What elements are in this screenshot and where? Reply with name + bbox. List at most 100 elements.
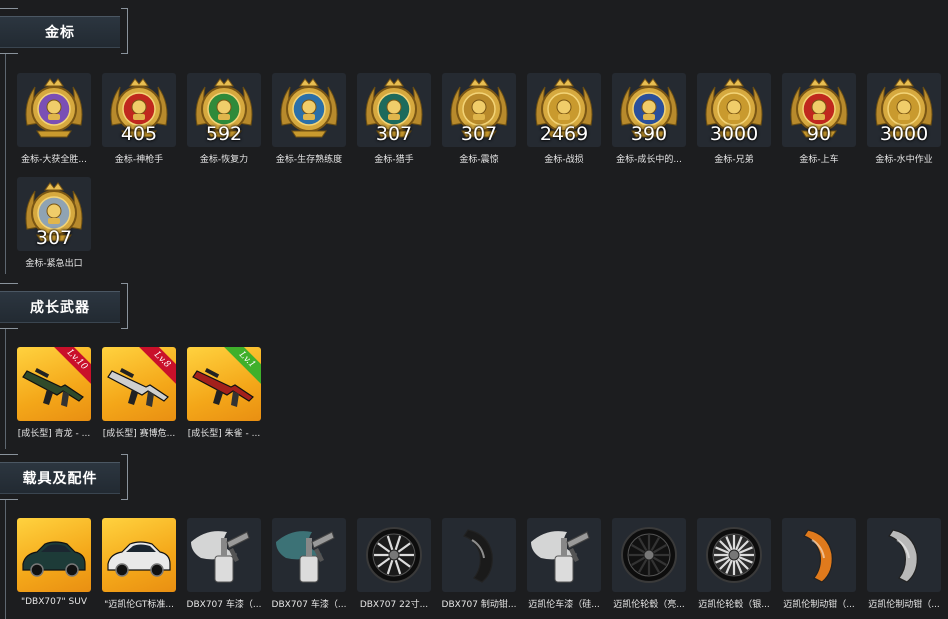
gold-badge-item[interactable]: 90 金标-上车 xyxy=(782,73,856,165)
vehicle-label: 迈凯伦轮毂（银... xyxy=(698,600,770,610)
brake-caliper-silver-icon xyxy=(888,529,918,583)
gold-badge-label: 金标-神枪手 xyxy=(114,155,164,165)
badge-count: 307 xyxy=(375,123,413,145)
sports-car-icon xyxy=(107,541,171,577)
vehicle-tile[interactable] xyxy=(187,518,261,592)
vehicle-item[interactable]: "迈凯伦GT标准... xyxy=(102,518,176,610)
vehicle-tile[interactable] xyxy=(17,518,91,592)
vehicle-label: 迈凯伦车漆（硅... xyxy=(528,600,600,610)
weapon-label: [成长型] 朱雀 - ... xyxy=(187,429,261,439)
gold-badge-tile[interactable] xyxy=(272,73,346,147)
gold-badge-item[interactable]: 307 金标-紧急出口 xyxy=(17,177,91,269)
section-title-vehicles: 载具及配件 xyxy=(0,462,120,494)
vehicle-tile[interactable] xyxy=(782,518,856,592)
gold-badge-row: 金标-大获全胜... 405 金标-神枪手 592 金标-恢复力 金标-生存熟练度 307 金… xyxy=(17,73,941,165)
paint-spray-white-icon xyxy=(191,531,250,583)
badge-count: 3000 xyxy=(879,123,929,145)
section-header-weapons: 成长武器 xyxy=(0,283,128,329)
vehicle-item[interactable]: DBX707 车漆（... xyxy=(272,518,346,610)
gold-badge-item[interactable]: 405 金标-神枪手 xyxy=(102,73,176,165)
gold-badge-label: 金标-水中作业 xyxy=(875,155,933,165)
badge-count: 3000 xyxy=(709,123,759,145)
vehicle-item[interactable]: DBX707 车漆（... xyxy=(187,518,261,610)
gold-badge-item[interactable]: 307 金标-震惊 xyxy=(442,73,516,165)
gold-badge-row: 307 金标-紧急出口 xyxy=(17,177,91,269)
weapon-tile[interactable]: Lv.10 xyxy=(17,347,91,421)
vehicle-row: "DBX707" SUV "迈凯伦GT标准... DBX707 车漆（... DBX7… xyxy=(17,518,941,610)
weapon-tile[interactable]: Lv.1 xyxy=(187,347,261,421)
gold-badge-item[interactable]: 2469 金标-战损 xyxy=(527,73,601,165)
gold-badge-tile[interactable]: 390 xyxy=(612,73,686,147)
weapon-tile[interactable]: Lv.8 xyxy=(102,347,176,421)
vehicle-label: 迈凯伦制动钳（... xyxy=(783,600,855,610)
gold-badge-tile[interactable]: 405 xyxy=(102,73,176,147)
gold-badge-item[interactable]: 3000 金标-兄弟 xyxy=(697,73,771,165)
section-divider xyxy=(5,329,6,449)
vehicle-label: DBX707 22寸... xyxy=(359,600,429,610)
gold-badge-tile[interactable]: 307 xyxy=(17,177,91,251)
vehicle-item[interactable]: DBX707 制动钳... xyxy=(442,518,516,610)
gold-badge-label: 金标-震惊 xyxy=(459,155,499,165)
vehicle-tile[interactable] xyxy=(697,518,771,592)
weapon-label: [成长型] 青龙 - ... xyxy=(17,429,91,439)
vehicle-label: DBX707 制动钳... xyxy=(441,600,517,610)
vehicle-item[interactable]: DBX707 22寸... xyxy=(357,518,431,610)
gold-badge-item[interactable]: 592 金标-恢复力 xyxy=(187,73,261,165)
vehicle-item[interactable]: 迈凯伦轮毂（亮... xyxy=(612,518,686,610)
gold-badge-item[interactable]: 307 金标-猎手 xyxy=(357,73,431,165)
vehicle-tile[interactable] xyxy=(612,518,686,592)
vehicle-item[interactable]: "DBX707" SUV xyxy=(17,518,91,610)
weapon-item[interactable]: Lv.8 [成长型] 赛博危... xyxy=(102,347,176,439)
badge-count: 307 xyxy=(460,123,498,145)
vehicle-tile[interactable] xyxy=(867,518,941,592)
badge-count: 405 xyxy=(120,123,158,145)
gold-badge-item[interactable]: 390 金标-成长中的... xyxy=(612,73,686,165)
weapon-item[interactable]: Lv.10 [成长型] 青龙 - ... xyxy=(17,347,91,439)
vehicle-label: 迈凯伦制动钳（... xyxy=(868,600,940,610)
gold-badge-tile[interactable]: 2469 xyxy=(527,73,601,147)
vehicle-label: DBX707 车漆（... xyxy=(271,600,347,610)
section-header-gold: 金标 xyxy=(0,8,128,54)
wheel-silver-icon xyxy=(706,527,762,583)
section-title-weapons: 成长武器 xyxy=(0,291,120,323)
vehicle-item[interactable]: 迈凯伦制动钳（... xyxy=(782,518,856,610)
vehicle-tile[interactable] xyxy=(102,518,176,592)
gold-badge-label: 金标-猎手 xyxy=(374,155,414,165)
gold-badge-tile[interactable]: 307 xyxy=(357,73,431,147)
suv-car-icon xyxy=(22,541,86,577)
weapon-item[interactable]: Lv.1 [成长型] 朱雀 - ... xyxy=(187,347,261,439)
gold-badge-tile[interactable] xyxy=(17,73,91,147)
paint-spray-white-icon xyxy=(531,531,590,583)
soldier-crest-icon xyxy=(280,78,338,138)
vehicle-label: 迈凯伦轮毂（亮... xyxy=(613,600,685,610)
brake-caliper-black-icon xyxy=(463,529,493,583)
gold-badge-tile[interactable]: 592 xyxy=(187,73,261,147)
section-divider xyxy=(5,54,6,274)
gold-badge-tile[interactable]: 307 xyxy=(442,73,516,147)
vehicle-label: "迈凯伦GT标准... xyxy=(104,600,174,610)
vehicle-tile[interactable] xyxy=(442,518,516,592)
vehicle-item[interactable]: 迈凯伦轮毂（银... xyxy=(697,518,771,610)
vehicle-item[interactable]: 迈凯伦制动钳（... xyxy=(867,518,941,610)
gold-badge-item[interactable]: 金标-大获全胜... xyxy=(17,73,91,165)
vehicle-label: "DBX707" SUV xyxy=(20,597,88,607)
vehicle-tile[interactable] xyxy=(357,518,431,592)
gold-badge-label: 金标-战损 xyxy=(544,155,584,165)
badge-count: 90 xyxy=(806,123,832,145)
badge-count: 390 xyxy=(630,123,668,145)
vehicle-tile[interactable] xyxy=(272,518,346,592)
gold-badge-tile[interactable]: 90 xyxy=(782,73,856,147)
gold-badge-label: 金标-大获全胜... xyxy=(21,155,87,165)
gold-badge-label: 金标-成长中的... xyxy=(616,155,682,165)
section-header-vehicles: 载具及配件 xyxy=(0,454,128,500)
gold-badge-label: 金标-紧急出口 xyxy=(25,259,83,269)
gold-badge-tile[interactable]: 3000 xyxy=(697,73,771,147)
paint-spray-teal-icon xyxy=(276,531,335,583)
badge-count: 307 xyxy=(35,227,73,249)
eagle-crest-icon xyxy=(25,78,83,138)
vehicle-tile[interactable] xyxy=(527,518,601,592)
vehicle-item[interactable]: 迈凯伦车漆（硅... xyxy=(527,518,601,610)
gold-badge-tile[interactable]: 3000 xyxy=(867,73,941,147)
gold-badge-item[interactable]: 金标-生存熟练度 xyxy=(272,73,346,165)
gold-badge-item[interactable]: 3000 金标-水中作业 xyxy=(867,73,941,165)
